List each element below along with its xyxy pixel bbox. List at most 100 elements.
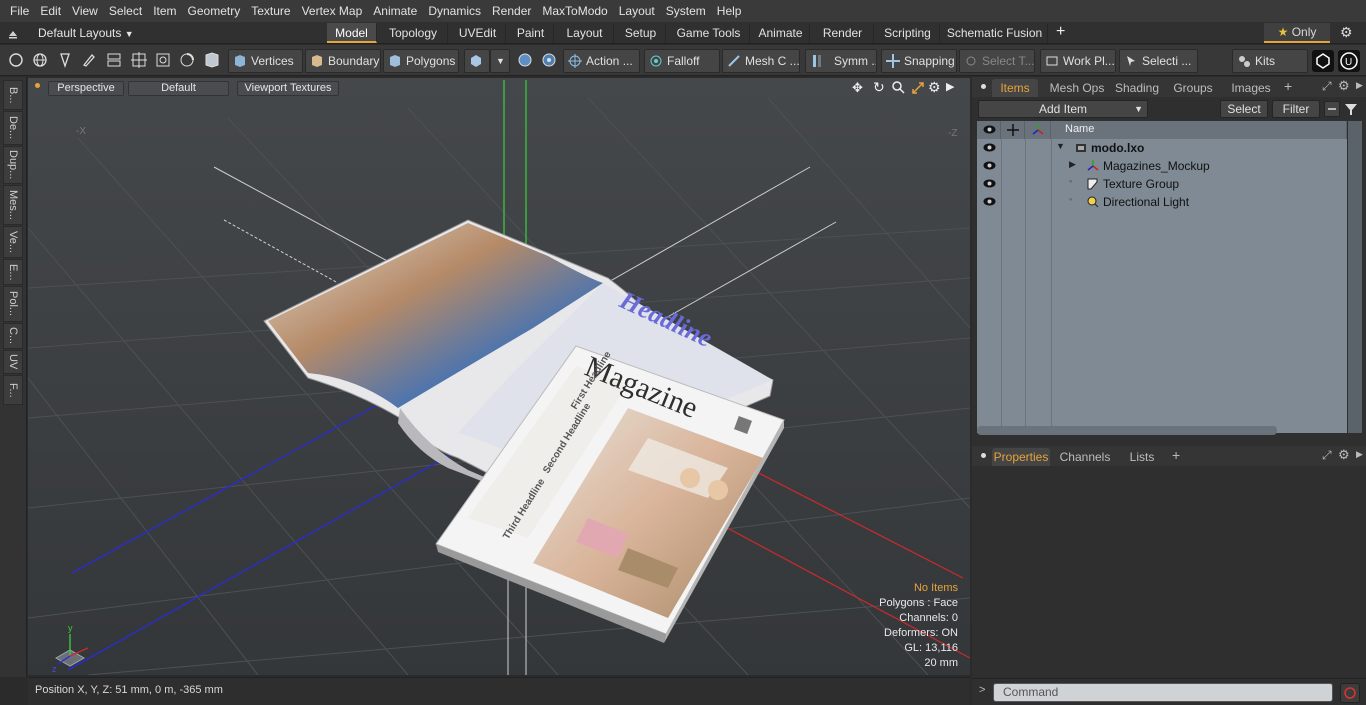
add-panel-tab-icon[interactable]: + <box>1172 447 1180 463</box>
fit-view-icon[interactable] <box>911 81 925 98</box>
viewport-settings-icon[interactable]: ⚙ <box>928 79 941 96</box>
menu-file[interactable]: File <box>5 0 35 22</box>
layout-arrow-icon[interactable] <box>6 26 20 40</box>
menu-vertex-map[interactable]: Vertex Map <box>297 0 369 22</box>
snapping-button[interactable]: Snapping <box>881 49 957 73</box>
menu-select[interactable]: Select <box>104 0 148 22</box>
polygons-button[interactable]: Polygons <box>383 49 459 73</box>
tab-uvedit[interactable]: UVEdit <box>450 23 506 43</box>
eye-icon[interactable] <box>983 142 996 153</box>
tab-scripting[interactable]: Scripting <box>876 23 940 43</box>
menu-item[interactable]: Item <box>148 0 182 22</box>
menu-edit[interactable]: Edit <box>35 0 67 22</box>
left-tab-curve[interactable]: C... <box>3 323 23 349</box>
only-button[interactable]: ★ Only <box>1264 23 1330 43</box>
pen-icon[interactable] <box>56 51 74 69</box>
align-icon[interactable] <box>105 51 123 69</box>
menu-dynamics[interactable]: Dynamics <box>423 0 487 22</box>
tab-render[interactable]: Render <box>812 23 874 43</box>
viewport-textures-button[interactable]: Viewport Textures <box>237 81 339 96</box>
collapse-icon[interactable] <box>1324 101 1340 117</box>
unreal-icon[interactable]: U <box>1338 50 1360 72</box>
grid-move-icon[interactable] <box>130 51 148 69</box>
menu-texture[interactable]: Texture <box>246 0 296 22</box>
tab-items[interactable]: Items <box>992 79 1038 97</box>
kits-button[interactable]: Kits <box>1232 49 1308 73</box>
brush-icon[interactable] <box>80 51 98 69</box>
tab-game-tools[interactable]: Game Tools <box>668 23 750 43</box>
panel-gear-icon[interactable]: ⚙ <box>1338 78 1350 94</box>
tab-mesh-ops[interactable]: Mesh Ops <box>1046 79 1108 97</box>
menu-animate[interactable]: Animate <box>368 0 423 22</box>
items-scrollbar[interactable] <box>1348 121 1362 433</box>
tree-row-light[interactable]: ◦ Directional Light <box>977 193 1347 211</box>
eye-icon[interactable] <box>983 178 996 189</box>
type-column-header[interactable] <box>1025 121 1051 139</box>
left-tab-fusion[interactable]: F... <box>3 375 23 405</box>
viewport-menu-dot-icon[interactable] <box>35 83 40 88</box>
left-tab-duplicate[interactable]: Dup... <box>3 146 23 184</box>
eye-icon[interactable] <box>983 196 996 207</box>
move-view-icon[interactable]: ✥ <box>852 80 863 96</box>
item-mode-button[interactable] <box>464 49 490 73</box>
left-tab-edge[interactable]: E... <box>3 259 23 285</box>
menu-layout[interactable]: Layout <box>614 0 661 22</box>
items-hscroll[interactable] <box>977 426 1277 435</box>
tab-schematic-fusion[interactable]: Schematic Fusion <box>942 23 1048 43</box>
action-center-button[interactable]: Action ... <box>563 49 640 73</box>
add-item-button[interactable]: Add Item ▼ <box>978 100 1148 118</box>
eye-icon[interactable] <box>983 160 996 171</box>
tab-groups[interactable]: Groups <box>1166 79 1220 97</box>
tab-paint[interactable]: Paint <box>508 23 554 43</box>
record-icon[interactable] <box>1340 683 1360 703</box>
menu-geometry[interactable]: Geometry <box>183 0 247 22</box>
tab-topology[interactable]: Topology <box>379 23 448 43</box>
filter-button[interactable]: Filter <box>1272 100 1320 118</box>
tab-setup[interactable]: Setup <box>616 23 666 43</box>
circle-select-icon[interactable] <box>7 51 25 69</box>
funnel-icon[interactable] <box>1343 101 1359 120</box>
panel-expand-icon[interactable]: ⤢ <box>1322 79 1332 94</box>
tab-shading[interactable]: Shading <box>1110 79 1164 97</box>
tab-images[interactable]: Images <box>1224 79 1278 97</box>
tree-row-texture-group[interactable]: ◦ Texture Group <box>977 175 1347 193</box>
snap-sphere-icon[interactable] <box>516 51 534 69</box>
gear-icon[interactable]: ⚙ <box>1340 24 1353 41</box>
menu-help[interactable]: Help <box>712 0 748 22</box>
3d-viewport[interactable]: Headline Magazine First Headline Second … <box>28 78 970 675</box>
panel-arrow-icon[interactable]: ▶ <box>1356 80 1363 91</box>
tab-layout[interactable]: Layout <box>556 23 614 43</box>
command-input[interactable]: Command <box>993 683 1333 702</box>
globe-icon[interactable] <box>31 51 49 69</box>
menu-render[interactable]: Render <box>487 0 537 22</box>
expand-arrow-icon[interactable]: ▼ <box>1056 141 1065 151</box>
default-layouts-dropdown[interactable]: Default Layouts ▼ <box>38 24 134 42</box>
expand-arrow-icon[interactable]: ▶ <box>1069 159 1076 170</box>
left-tab-mesh-edit[interactable]: Mes... <box>3 185 23 225</box>
viewport-expand-icon[interactable]: ▶ <box>946 80 954 93</box>
tab-channels[interactable]: Channels <box>1056 448 1114 466</box>
unity-icon[interactable] <box>1312 50 1334 72</box>
selection-sets-button[interactable]: Selecti ... <box>1119 49 1198 73</box>
left-tab-basic[interactable]: B... <box>3 80 23 110</box>
zoom-view-icon[interactable] <box>891 80 905 97</box>
panel-expand-icon[interactable]: ⤢ <box>1322 448 1332 463</box>
select-button[interactable]: Select <box>1220 100 1268 118</box>
mode-dropdown[interactable]: ▼ <box>490 49 510 73</box>
left-tab-polygon[interactable]: Pol... <box>3 286 23 322</box>
tab-model[interactable]: Model <box>327 23 377 43</box>
tab-lists[interactable]: Lists <box>1122 448 1162 466</box>
tab-animate[interactable]: Animate <box>752 23 810 43</box>
perspective-button[interactable]: Perspective <box>48 81 124 96</box>
panel-dot-icon[interactable] <box>981 453 986 458</box>
panel-gear-icon[interactable]: ⚙ <box>1338 447 1350 463</box>
mesh-constraints-button[interactable]: Mesh C ... <box>722 49 800 73</box>
shield-icon[interactable] <box>203 51 221 69</box>
left-tab-deform[interactable]: De... <box>3 111 23 145</box>
panel-dot-icon[interactable] <box>981 84 986 89</box>
left-tab-vertex[interactable]: Ve... <box>3 226 23 258</box>
menu-system[interactable]: System <box>661 0 712 22</box>
boundary-button[interactable]: Boundary <box>305 49 381 73</box>
falloff-button[interactable]: Falloff <box>644 49 720 73</box>
lasso-icon[interactable] <box>178 51 196 69</box>
